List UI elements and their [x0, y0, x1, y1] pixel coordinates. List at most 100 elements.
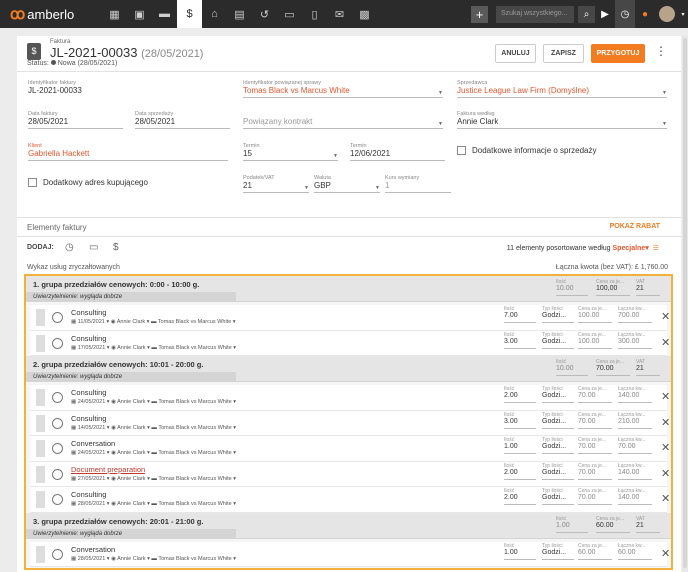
close-icon[interactable]: ✕ — [661, 547, 670, 560]
item-qty-type[interactable]: Typ ilości Godzi... — [542, 412, 574, 429]
extra-buyer-address-checkbox[interactable]: Dodatkowy adres kupującego — [28, 178, 148, 187]
item-matter[interactable]: Tomas Black vs Marcus White — [158, 319, 231, 325]
item-price[interactable]: Cena za je... 100.00 — [578, 332, 612, 349]
item-price-value[interactable]: 100.00 — [578, 312, 612, 323]
item-name[interactable]: Consulting — [71, 388, 106, 397]
invoice-id-field[interactable]: Identyfikator faktury JL-2021-00033 — [28, 80, 228, 98]
item-date[interactable]: 14/05/2021 — [78, 425, 106, 431]
item-qty-type[interactable]: Typ ilości Godzi... — [542, 332, 574, 349]
item-qty-type[interactable]: Typ ilości Godzi... — [542, 488, 574, 505]
item-qty-value[interactable]: 2.00 — [504, 392, 536, 403]
seller-value[interactable]: Justice League Law Firm (Domyślne) — [457, 86, 667, 98]
group-qty[interactable]: Ilość 1.00 — [556, 516, 588, 533]
item-qty-type-value[interactable]: Godzi... — [542, 312, 574, 323]
chevron-down-icon[interactable]: ▾ — [232, 345, 236, 351]
case-id-field[interactable]: Identyfikator powiązanej sprawy Tomas Bl… — [243, 80, 443, 98]
item-matter[interactable]: Tomas Black vs Marcus White — [158, 476, 231, 482]
drag-handle-icon[interactable] — [36, 440, 45, 457]
item-qty[interactable]: Ilość 2.00 — [504, 463, 536, 480]
item-name[interactable]: Consulting — [71, 490, 106, 499]
chevron-down-icon[interactable]: ▾ — [231, 319, 236, 325]
item-price-value[interactable]: 70.00 — [578, 443, 612, 454]
term-days-field[interactable]: Termin 15 ▼ — [243, 143, 338, 161]
chevron-down-icon[interactable]: ▼ — [304, 185, 309, 191]
item-date[interactable]: 24/05/2021 — [78, 399, 106, 405]
contract-field[interactable]: Powiązany kontrakt ▼ — [243, 111, 443, 129]
show-discount-button[interactable]: POKAŻ RABAT — [610, 223, 660, 230]
invoice-date-value[interactable]: 28/05/2021 — [28, 117, 123, 129]
mail-icon[interactable]: ✉ — [327, 0, 352, 28]
item-date[interactable]: 24/05/2021 — [78, 450, 106, 456]
sort-control[interactable]: 11 elementy posortowane według Specjalne… — [507, 244, 659, 252]
history-icon[interactable]: ↺ — [252, 0, 277, 28]
item-price-value[interactable]: 70.00 — [578, 392, 612, 403]
group-price[interactable]: Cena za je... 100,00 — [596, 279, 630, 296]
calendar-icon[interactable]: ▣ — [127, 0, 152, 28]
page-scrollbar[interactable] — [682, 36, 688, 572]
item-total[interactable]: Łączna kw... 140.00 — [618, 488, 652, 505]
table-row[interactable]: Consulting ▦ 24/05/2021 ▾ ◉ Annie Clark ▾… — [30, 385, 670, 411]
item-date[interactable]: 11/05/2021 — [78, 319, 105, 325]
item-qty-type[interactable]: Typ ilości Godzi... — [542, 306, 574, 323]
group-vat[interactable]: VAT 21 — [636, 359, 660, 376]
item-matter[interactable]: Tomas Black vs Marcus White — [158, 450, 231, 456]
item-qty-type-value[interactable]: Godzi... — [542, 338, 574, 349]
close-icon[interactable]: ✕ — [661, 390, 670, 403]
table-row[interactable]: Consulting ▦ 17/05/2021 ▾ ◉ Annie Clark ▾… — [30, 330, 670, 356]
sale-date-field[interactable]: Data sprzedaży 28/05/2021 — [135, 111, 230, 129]
item-total[interactable]: Łączna kw... 300.00 — [618, 332, 652, 349]
item-matter[interactable]: Tomas Black vs Marcus White — [158, 556, 231, 562]
item-qty-type-value[interactable]: Godzi... — [542, 443, 574, 454]
item-price-value[interactable]: 60.00 — [578, 549, 612, 560]
item-qty-value[interactable]: 2.00 — [504, 494, 536, 505]
rate-value[interactable]: 1 — [385, 181, 451, 193]
item-qty[interactable]: Ilość 7.00 — [504, 306, 536, 323]
table-row[interactable]: Consulting ▦ 11/05/2021 ▾ ◉ Annie Clark ▾… — [30, 305, 670, 331]
item-qty-type-value[interactable]: Godzi... — [542, 418, 574, 429]
close-icon[interactable]: ✕ — [661, 441, 670, 454]
item-qty-value[interactable]: 3.00 — [504, 418, 536, 429]
item-qty-value[interactable]: 2.00 — [504, 469, 536, 480]
item-qty[interactable]: Ilość 1.00 — [504, 437, 536, 454]
drag-handle-icon[interactable] — [36, 334, 45, 352]
group-qty-value[interactable]: 10.00 — [556, 285, 588, 296]
group-qty-value[interactable]: 10.00 — [556, 365, 588, 376]
item-user[interactable]: Annie Clark — [117, 450, 145, 456]
item-user[interactable]: Annie Clark — [117, 476, 145, 482]
chevron-down-icon[interactable]: ▾ — [232, 399, 236, 405]
item-matter[interactable]: Tomas Black vs Marcus White — [158, 345, 231, 351]
notification-bell-icon[interactable]: ● — [635, 0, 655, 28]
term-date-value[interactable]: 12/06/2021 — [350, 149, 445, 161]
term-date-field[interactable]: Termin 12/06/2021 — [350, 143, 445, 161]
item-matter[interactable]: Tomas Black vs Marcus White — [158, 399, 231, 405]
item-user[interactable]: Annie Clark — [117, 345, 145, 351]
folder-icon[interactable]: ▭ — [277, 0, 302, 28]
chevron-down-icon[interactable]: ▼ — [438, 121, 443, 127]
item-qty[interactable]: Ilość 3.00 — [504, 412, 536, 429]
group-vat[interactable]: VAT 21 — [636, 516, 660, 533]
logo[interactable]: ꝏ amberlo — [10, 5, 90, 23]
item-date[interactable]: 27/05/2021 — [78, 476, 106, 482]
chevron-down-icon[interactable]: ▼ — [375, 185, 380, 191]
chevron-down-icon[interactable]: ▼ — [662, 90, 667, 96]
invoice-date-field[interactable]: Data faktury 28/05/2021 — [28, 111, 123, 129]
checkbox-box[interactable] — [28, 178, 37, 187]
play-icon[interactable]: ▶ — [595, 0, 615, 28]
item-qty-type-value[interactable]: Godzi... — [542, 469, 574, 480]
item-matter[interactable]: Tomas Black vs Marcus White — [158, 501, 231, 507]
rate-field[interactable]: Kurs wymiany 1 — [385, 175, 451, 193]
schedule-icon[interactable]: ▤ — [227, 0, 252, 28]
item-date[interactable]: 28/05/2021 — [78, 501, 106, 507]
item-total-value[interactable]: 140.00 — [618, 494, 652, 505]
item-qty[interactable]: Ilość 2.00 — [504, 488, 536, 505]
item-date[interactable]: 28/05/2021 — [78, 556, 106, 562]
invoice-id-value[interactable]: JL-2021-00033 — [28, 86, 228, 98]
group-vat-value[interactable]: 21 — [636, 285, 660, 296]
item-price-value[interactable]: 70.00 — [578, 494, 612, 505]
close-icon[interactable]: ✕ — [661, 336, 670, 349]
item-name[interactable]: Conversation — [71, 545, 115, 554]
chevron-down-icon[interactable]: ▾ — [232, 501, 236, 507]
client-field[interactable]: Klient Gabriella Hackett — [28, 143, 228, 161]
item-total-value[interactable]: 700.00 — [618, 312, 652, 323]
item-price[interactable]: Cena za je... 70.00 — [578, 488, 612, 505]
